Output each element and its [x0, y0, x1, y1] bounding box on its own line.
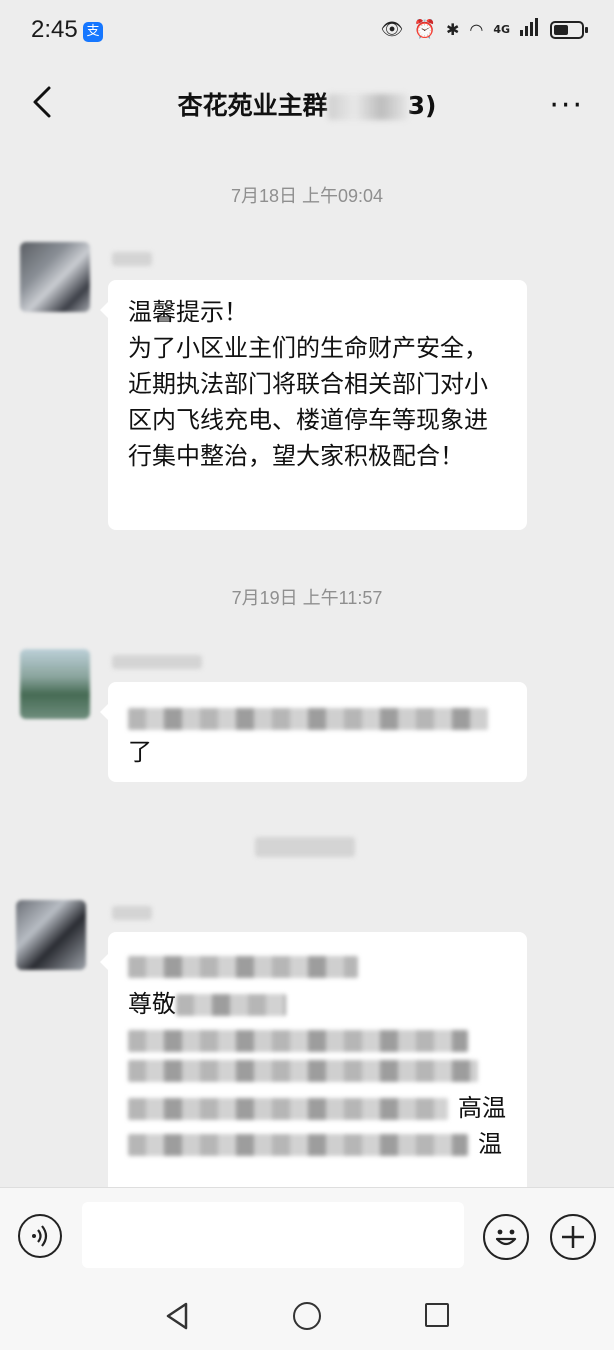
message-bubble[interactable]: 尊敬 高温 温 [100, 932, 527, 1187]
chat-title-suffix: 3) [407, 91, 437, 120]
message-timestamp: 7月18日 上午09:04 [230, 186, 384, 206]
nav-recent-apps-icon[interactable] [425, 1303, 449, 1327]
plus-icon [562, 1226, 584, 1248]
redacted-text [128, 1134, 468, 1156]
status-bar: 2:45 支 👁 ⏰ ✱ ◠ 4G [0, 0, 614, 62]
message-line: 高温 [128, 1090, 509, 1126]
system-icons: 👁 ⏰ ✱ ◠ 4G [380, 18, 588, 41]
chat-title-text: 杏花苑业主群 [177, 91, 328, 120]
message-timestamp: 7月19日 上午11:57 [231, 588, 383, 608]
alarm-icon: ⏰ [413, 19, 436, 40]
alipay-icon: 支 [83, 22, 103, 42]
bluetooth-icon: ✱ [445, 20, 460, 39]
redacted-text [128, 708, 488, 730]
message-line: 尊敬 [128, 986, 509, 1022]
message-input[interactable] [82, 1202, 464, 1268]
sender-name-redacted [112, 906, 152, 920]
system-nav-bar [0, 1285, 614, 1350]
sender-name-redacted [112, 655, 202, 669]
status-time: 2:45 [31, 16, 78, 43]
avatar[interactable] [20, 649, 90, 719]
redacted-text [128, 1060, 478, 1082]
redacted-text [176, 994, 286, 1016]
message-text: 了 [128, 738, 152, 766]
input-bar [0, 1187, 614, 1286]
redacted-text [128, 1030, 468, 1052]
sender-name-redacted [112, 252, 152, 266]
message-line: 温 [128, 1126, 509, 1162]
eye-icon: 👁 [380, 19, 404, 40]
more-dots-icon: ··· [549, 88, 584, 123]
more-button[interactable]: ··· [549, 88, 584, 123]
redacted-text [128, 956, 358, 978]
message-bubble[interactable]: 温馨提示！ 为了小区业主们的生命财产安全，近期执法部门将联合相关部门对小区内飞线… [100, 280, 527, 530]
battery-icon [550, 20, 588, 39]
avatar[interactable] [20, 242, 90, 312]
network-label: 4G [493, 23, 510, 36]
more-functions-button[interactable] [550, 1214, 596, 1260]
redacted-member-count [327, 94, 408, 120]
emoji-icon [495, 1229, 517, 1246]
signal-icon [520, 18, 540, 41]
message-fragment: 高温 [458, 1094, 506, 1122]
wifi-icon: ◠ [469, 20, 484, 39]
nav-home-icon[interactable] [293, 1302, 321, 1330]
emoji-button[interactable] [483, 1214, 529, 1260]
voice-button[interactable] [18, 1214, 62, 1258]
message-fragment: 温 [478, 1130, 502, 1158]
avatar[interactable] [16, 900, 86, 970]
chat-header: 杏花苑业主群 3) ··· [0, 62, 614, 142]
nav-back-icon[interactable] [164, 1301, 190, 1331]
chat-area[interactable]: 7月18日 上午09:04 温馨提示！ 为了小区业主们的生命财产安全，近期执法部… [0, 142, 614, 1187]
chat-title: 杏花苑业主群 3) [0, 86, 614, 122]
redacted-text [128, 1098, 448, 1120]
timestamp-redacted [255, 837, 355, 857]
message-bubble[interactable]: 了 [100, 682, 527, 782]
message-fragment: 尊敬 [128, 990, 176, 1018]
voice-icon [32, 1225, 48, 1247]
